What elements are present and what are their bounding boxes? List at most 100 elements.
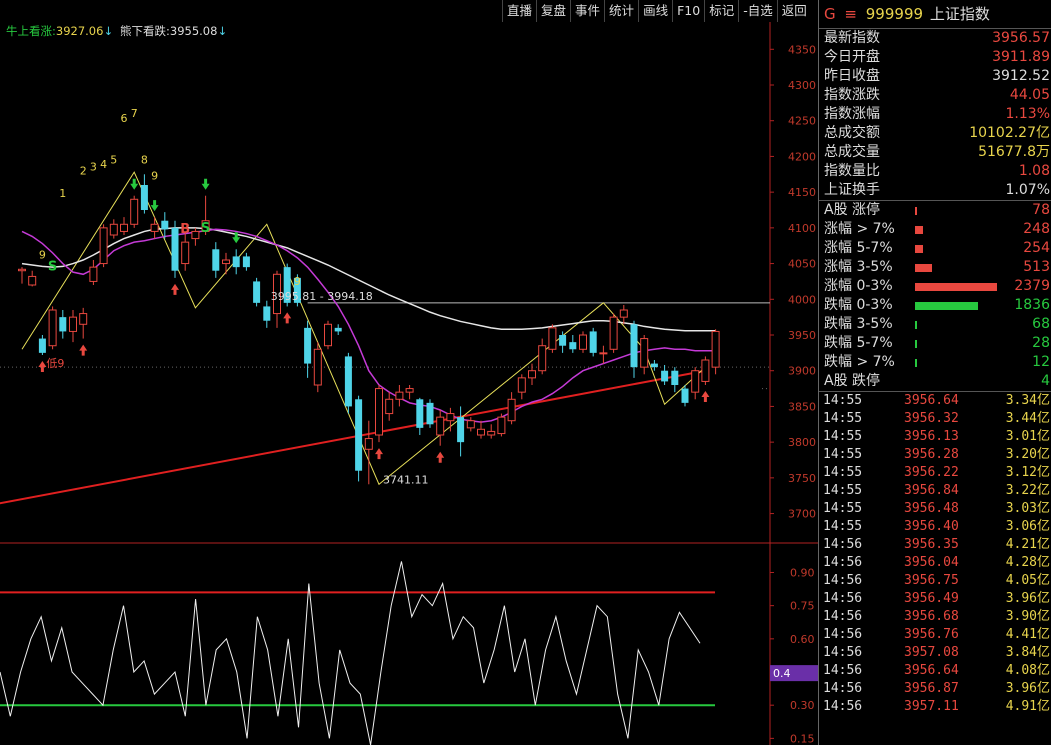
tick-volume: 3.90亿 [1005,609,1050,624]
toolbar-button-0[interactable]: 直播 [502,0,536,22]
breadth-label: 涨幅 3-5% [824,259,893,275]
candle-body [304,327,312,364]
breadth-row: 涨幅 > 7% 248 [819,220,1051,239]
count-label: 7 [131,107,138,120]
toolbar-button-2[interactable]: 事件 [570,0,604,22]
candle-body [569,342,577,350]
candle-body [487,430,496,436]
sell-arrow-icon [130,178,139,190]
stat-row: 指数涨幅 1.13% [819,105,1051,124]
tick-time: 14:56 [823,699,863,714]
buy-arrow-icon [436,451,445,463]
breadth-bar [915,226,923,234]
candle-body [589,331,597,353]
chart-area[interactable]: 3700 3750 3800 3850 3900 3950 4000 4050 4100 4150… [0,0,818,745]
menu-icon[interactable]: ≡ [844,5,857,23]
candle-body [528,370,536,379]
candle-body [477,428,485,436]
tick-price: 3956.35 [904,537,959,552]
symbol-code: 999999 [865,5,924,23]
candle-body [232,256,240,268]
tick-price: 3956.13 [904,429,959,444]
toolbar-button-3[interactable]: 统计 [604,0,638,22]
breadth-label: A股 涨停 [824,202,881,218]
toolbar-button-7[interactable]: -自选 [738,0,777,22]
tick-row: 14:56 3957.08 3.84亿 [819,644,1051,662]
candle-body [161,220,169,230]
tick-time: 14:56 [823,681,863,696]
count-label: 1 [59,187,66,200]
stat-row: 今日开盘 3911.89 [819,48,1051,67]
stat-value: 51677.8万 [978,144,1050,160]
toolbar-button-1[interactable]: 复盘 [536,0,570,22]
tick-price: 3956.04 [904,555,959,570]
stat-value: 3911.89 [992,49,1050,65]
tick-volume: 4.41亿 [1005,627,1050,642]
candle-body [630,324,638,368]
axis-tick-label: 4300 [788,79,816,92]
count-label: 4 [100,158,107,171]
breadth-value: 248 [1023,221,1050,237]
tick-price: 3957.08 [904,645,959,660]
toolbar-button-6[interactable]: 标记 [704,0,738,22]
candle-body [89,266,98,282]
osc-axis-tick-label: 0.75 [790,600,815,613]
axis-tick-label: 3950 [788,329,816,342]
osc-axis-tick-label: 0.90 [790,566,815,579]
toolbar-button-8[interactable]: 返回 [776,0,811,22]
candle-body [375,388,383,436]
breadth-value: 68 [1032,316,1050,332]
tick-price: 3956.68 [904,609,959,624]
tick-list[interactable]: 14:55 3956.64 3.34亿 14:55 3956.32 3.44亿 14:55 3… [819,392,1051,716]
tick-time: 14:56 [823,591,863,606]
candle-body [579,334,587,350]
candle-body [395,391,404,400]
candle-body [681,388,689,403]
toolbar-button-4[interactable]: 画线 [638,0,672,22]
breadth-value: 513 [1023,259,1050,275]
tick-price: 3956.64 [904,663,959,678]
symbol-header: G ≡ 999999 上证指数 [819,0,1051,29]
candle-body [171,227,179,271]
tick-row: 14:56 3956.75 4.05亿 [819,572,1051,590]
candle-body [313,348,322,386]
stat-value: 3956.57 [992,30,1050,46]
bull-label: 牛上看涨: [6,24,56,38]
buy-arrow-icon [171,283,179,295]
toolbar-button-5[interactable]: F10 [672,0,704,22]
candle-body [619,309,628,318]
bull-arrow-icon: ↓ [103,24,114,38]
count-label: 9 [39,249,46,262]
candle-body [130,198,139,225]
breadth-value: 12 [1032,354,1050,370]
stat-row: 上证换手 1.07% [819,181,1051,200]
axis-tick-label: 4350 [788,43,816,56]
candle-body [344,356,352,407]
tick-volume: 3.20亿 [1005,447,1050,462]
signal-label: S [201,221,210,236]
sell-arrow-icon [150,200,159,212]
bear-label: 熊下看跌: [120,24,170,38]
tick-volume: 3.84亿 [1005,645,1050,660]
bear-arrow-icon: ↓ [217,24,228,38]
candle-body [324,323,332,347]
breadth-bar [915,340,917,348]
tick-time: 14:55 [823,483,863,498]
stat-label: 总成交量 [824,144,880,160]
candle-body [609,316,618,350]
tick-row: 14:56 3956.87 3.96亿 [819,680,1051,698]
candle-body [416,399,424,428]
stat-value: 1.07% [1005,182,1050,198]
candle-body [140,185,148,210]
tick-price: 3956.32 [904,411,959,426]
buy-arrow-icon [283,312,292,324]
g-icon[interactable]: G [824,5,836,23]
tick-price: 3956.75 [904,573,959,588]
axis-tick-label: 4000 [788,293,816,306]
tick-volume: 3.06亿 [1005,519,1050,534]
axis-tick-label: 4200 [788,150,816,163]
kline-chart[interactable]: 3700375038003850390039504000405041004150… [0,0,818,745]
breadth-value: 4 [1041,373,1050,389]
breadth-row: A股 涨停 78 [819,201,1051,220]
tick-time: 14:56 [823,645,863,660]
